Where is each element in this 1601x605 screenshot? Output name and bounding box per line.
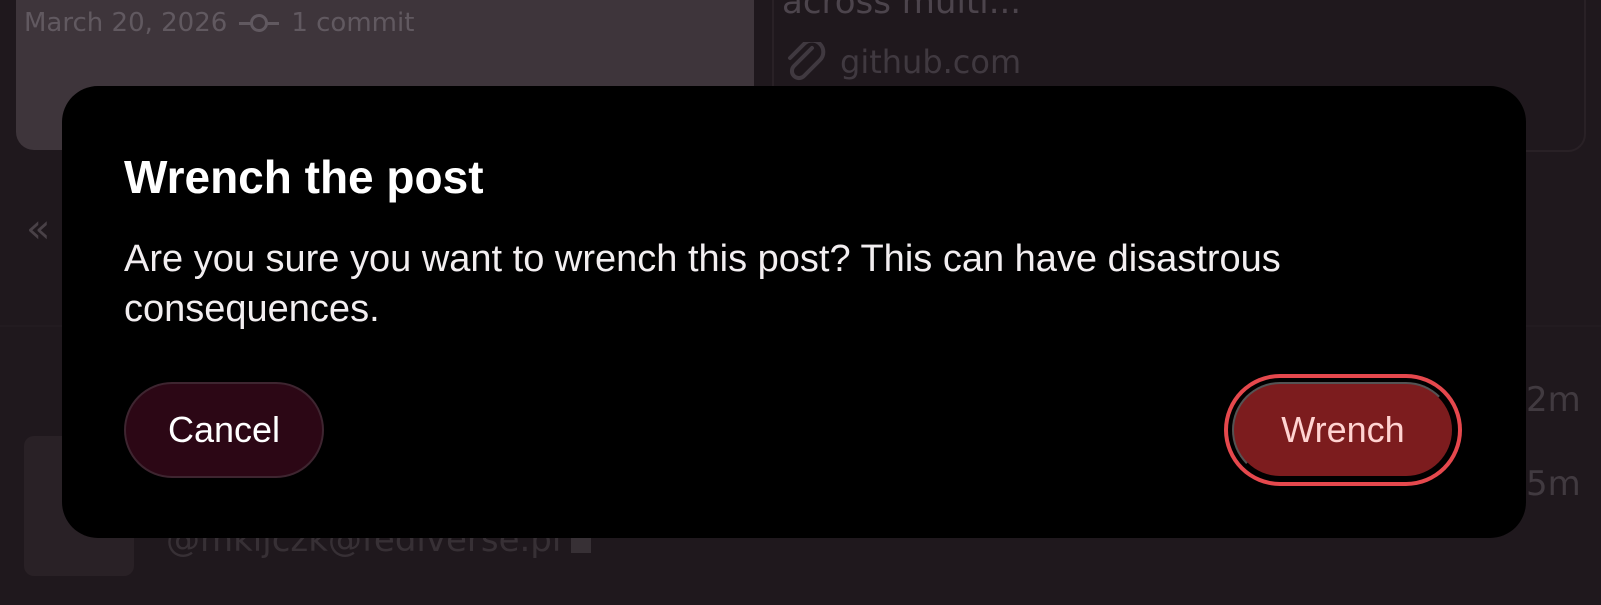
wrench-confirm-button[interactable]: Wrench [1232,382,1454,478]
dialog-title: Wrench the post [124,151,484,203]
app-screen: March 20, 2026 1 commit across multi... … [0,0,1601,605]
dialog-message: Are you sure you want to wrench this pos… [124,238,1281,330]
confirm-dialog: Wrench the post Are you sure you want to… [62,86,1526,538]
cancel-button[interactable]: Cancel [124,382,324,478]
